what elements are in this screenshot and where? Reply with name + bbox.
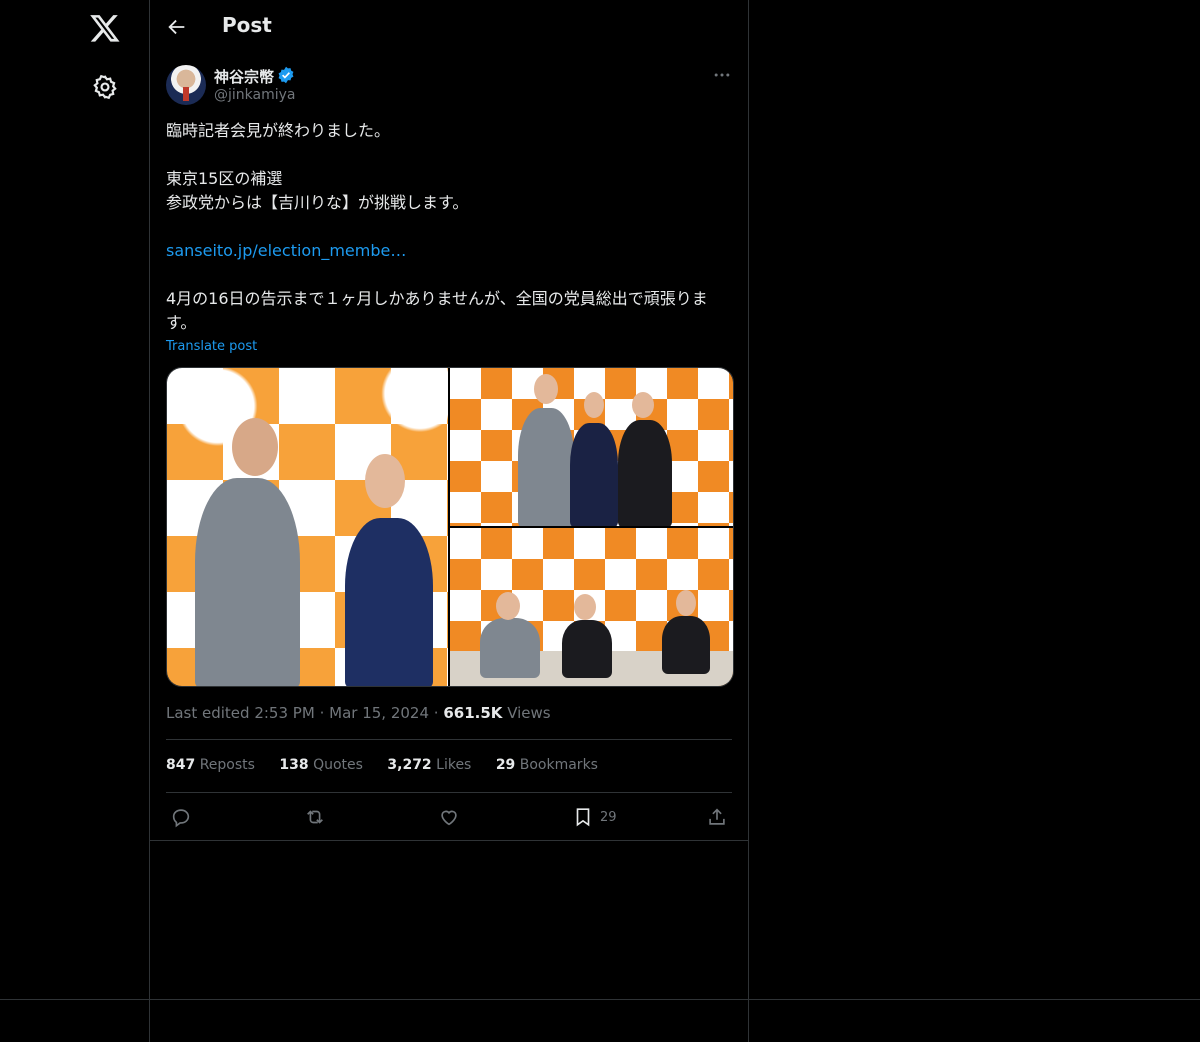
back-arrow-icon[interactable] [166,16,188,38]
person-figure [570,423,618,526]
person-figure [618,420,672,526]
stat-bookmarks[interactable]: 29 Bookmarks [496,757,598,773]
person-figure [195,478,300,686]
divider [150,840,748,841]
tweet-link[interactable]: sanseito.jp/election_membe… [166,241,406,260]
reply-icon [172,809,190,828]
person-figure [662,616,710,674]
media-photo[interactable] [450,368,733,526]
media-grid [166,367,734,687]
share-icon [709,808,725,825]
meta-separator: · [319,704,325,722]
bookmark-count: 29 [600,809,617,825]
share-button[interactable] [706,805,728,829]
bottom-divider [0,999,1200,1000]
person-figure [365,454,405,508]
person-figure [232,418,278,476]
meta-separator: · [433,704,439,722]
bookmark-icon [576,808,590,827]
like-icon [441,810,457,826]
bookmark-button[interactable]: 29 [572,805,617,829]
divider [166,739,732,740]
person-figure [518,408,574,526]
engagement-stats: 847 Reposts 138 Quotes 3,272 Likes 29 Bo… [166,757,618,773]
page-title: Post [222,13,272,37]
verified-badge-icon[interactable] [277,66,295,84]
person-figure [496,592,520,620]
like-button[interactable] [438,805,460,829]
translate-post-link[interactable]: Translate post [166,339,257,354]
avatar[interactable] [166,65,206,105]
person-figure [562,620,612,678]
tweet-line: 臨時記者会見が終わりました。 [166,121,391,140]
author-name[interactable]: 神谷宗幣 [214,66,274,87]
repost-button[interactable] [304,805,326,829]
edited-time[interactable]: Last edited 2:53 PM [166,704,315,722]
stat-reposts[interactable]: 847 Reposts [166,757,255,773]
more-icon[interactable] [712,65,732,85]
reply-button[interactable] [170,805,192,829]
person-figure [676,590,696,616]
post-header: Post [150,0,748,54]
x-logo-icon[interactable] [89,12,121,44]
tweet-line: 東京15区の補選 [166,169,283,188]
post-column: Post 神谷宗幣 @jinkamiya 臨時記者会見が終わりました。 東京15… [150,0,749,1042]
tweet-line: 参政党からは【吉川りな】が挑戦します。 [166,193,469,212]
left-navigation [0,0,150,1042]
tweet-line: 4月の16日の告示まで１ヶ月しかありませんが、全国の党員総出で頑張ります。 [166,289,708,332]
gear-icon[interactable] [92,74,118,100]
media-photo[interactable] [167,368,448,686]
person-figure [534,374,558,404]
stat-likes[interactable]: 3,272 Likes [387,757,471,773]
media-photo[interactable] [450,528,733,686]
person-figure [574,594,596,620]
person-figure [584,392,604,418]
tweet-text: 臨時記者会見が終わりました。 東京15区の補選 参政党からは【吉川りな】が挑戦し… [166,119,726,335]
person-figure [480,618,540,678]
divider [166,792,732,793]
person-figure [632,392,654,418]
post-date[interactable]: Mar 15, 2024 [329,704,429,722]
author-handle[interactable]: @jinkamiya [214,87,295,103]
views-label: Views [507,704,551,722]
post-meta: Last edited 2:53 PM · Mar 15, 2024 · 661… [166,704,551,722]
repost-icon [307,810,323,824]
views-count: 661.5K [443,704,503,722]
stat-quotes[interactable]: 138 Quotes [279,757,363,773]
person-figure [345,518,433,686]
